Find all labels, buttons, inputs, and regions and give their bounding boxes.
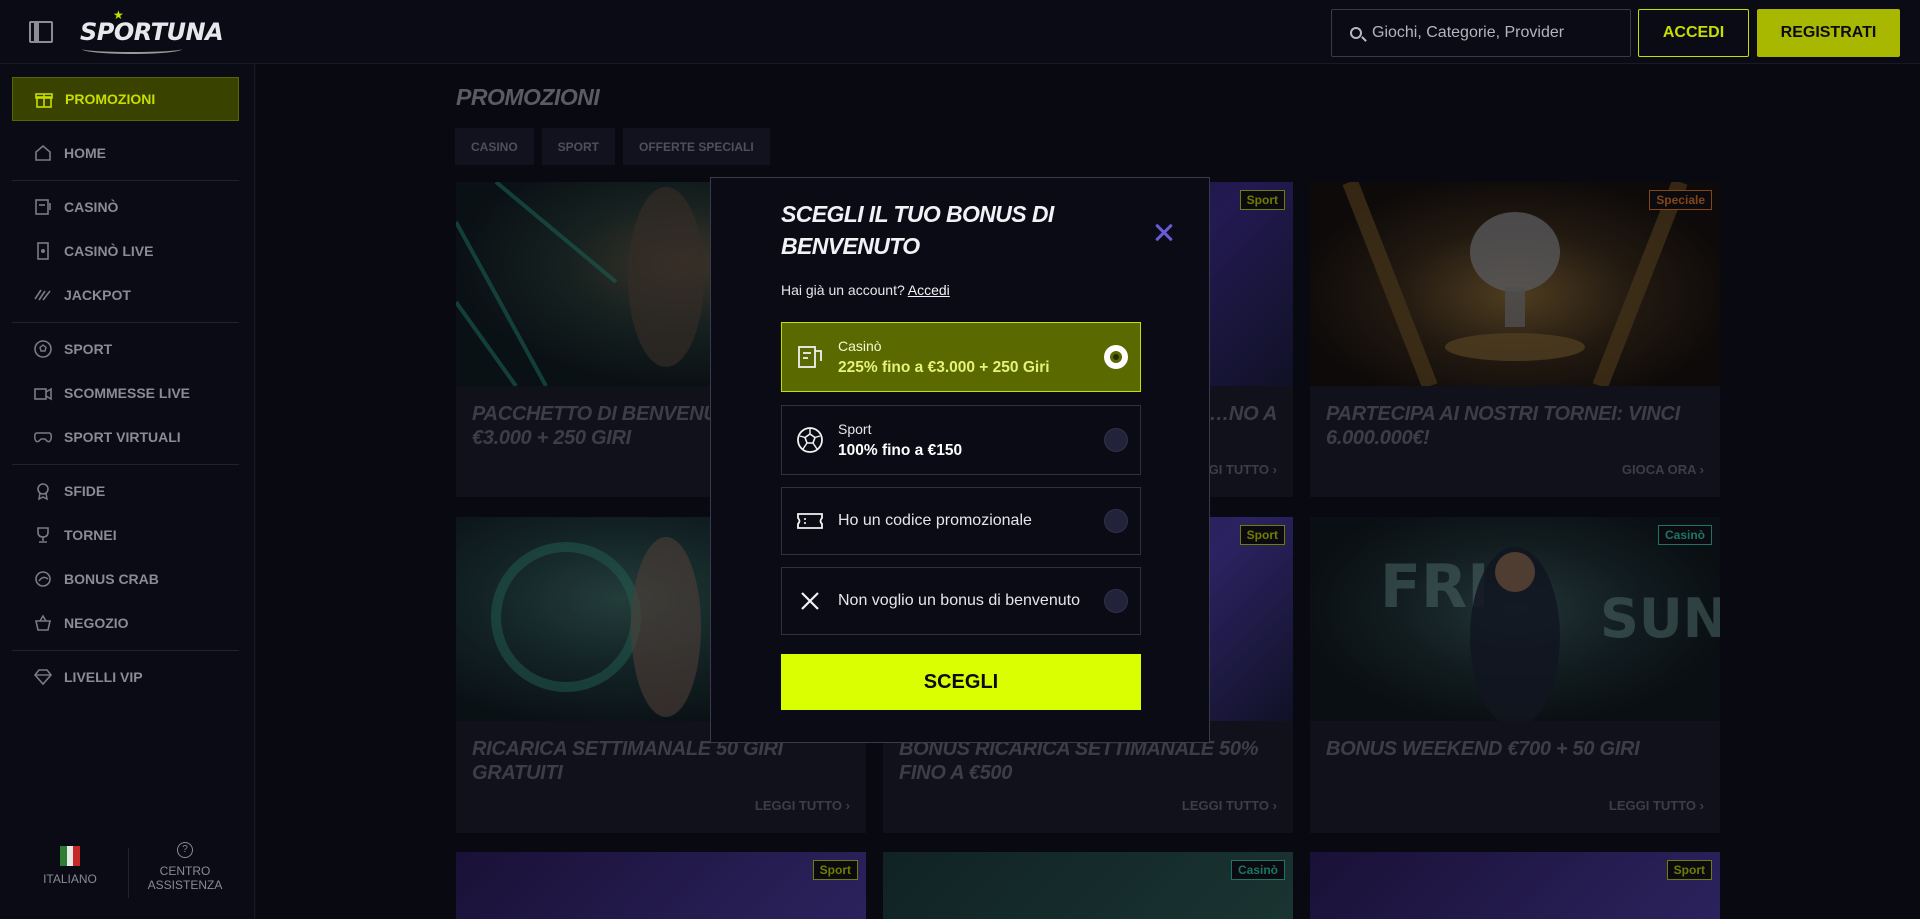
radio-unselected[interactable]	[1104, 428, 1128, 452]
login-link[interactable]: Accedi	[908, 282, 950, 298]
italy-flag-icon	[60, 846, 81, 866]
jackpot-icon	[32, 284, 54, 306]
sidebar-item-sport[interactable]: SPORT	[12, 327, 239, 371]
register-button[interactable]: REGISTRATI	[1757, 9, 1900, 57]
option-offer: 225% fino a €3.000 + 250 Giri	[838, 358, 1050, 376]
sidebar-item-label: PROMOZIONI	[65, 91, 156, 107]
sidebar-item-scommesse-live[interactable]: SCOMMESSE LIVE	[12, 371, 239, 415]
trophy-icon	[32, 524, 54, 546]
divider	[12, 180, 239, 181]
soccer-ball-icon	[796, 426, 824, 454]
diamond-icon	[32, 666, 54, 688]
sidebar-item-livelli-vip[interactable]: LIVELLI VIP	[12, 655, 239, 699]
welcome-bonus-modal: SCEGLI IL TUO BONUS DI BENVENUTO Hai già…	[710, 177, 1210, 743]
sidebar-item-sport-virtuali[interactable]: SPORT VIRTUALI	[12, 415, 239, 459]
option-label: Ho un codice promozionale	[838, 512, 1032, 529]
sidebar-item-label: NEGOZIO	[64, 615, 129, 631]
divider	[12, 322, 239, 323]
bonus-option-sport[interactable]: Sport 100% fino a €150	[781, 405, 1141, 475]
sidebar-toggle-icon[interactable]	[29, 21, 53, 43]
option-label: Non voglio un bonus di benvenuto	[838, 592, 1080, 609]
sidebar-item-label: SCOMMESSE LIVE	[64, 385, 191, 401]
close-icon	[796, 587, 824, 615]
sidebar-item-label: SFIDE	[64, 483, 106, 499]
login-button[interactable]: ACCEDI	[1638, 9, 1749, 57]
option-category: Casinò	[838, 337, 882, 354]
radio-unselected[interactable]	[1104, 509, 1128, 533]
live-camera-icon	[32, 382, 54, 404]
top-header: SPORTUNA ★ ACCEDI REGISTRATI	[0, 0, 1920, 64]
bonus-option-none[interactable]: Non voglio un bonus di benvenuto	[781, 567, 1141, 635]
login-prompt: Hai già un account? Accedi	[781, 282, 950, 298]
divider	[128, 848, 129, 898]
sidebar: PROMOZIONI HOME CASINÒ CASINÒ LIVE JACKP…	[0, 64, 255, 919]
sidebar-item-jackpot[interactable]: JACKPOT	[12, 273, 239, 317]
casino-icon	[32, 196, 54, 218]
search-box[interactable]	[1331, 9, 1631, 57]
sidebar-item-label: BONUS CRAB	[64, 571, 159, 587]
sidebar-item-promozioni[interactable]: PROMOZIONI	[12, 77, 239, 121]
logo[interactable]: SPORTUNA	[80, 18, 224, 46]
bonus-option-promo-code[interactable]: Ho un codice promozionale	[781, 487, 1141, 555]
home-icon	[32, 142, 54, 164]
crab-icon	[32, 568, 54, 590]
soccer-ball-icon	[32, 338, 54, 360]
language-label: ITALIANO	[43, 872, 97, 886]
live-casino-icon	[32, 240, 54, 262]
divider	[12, 650, 239, 651]
sidebar-item-home[interactable]: HOME	[12, 131, 239, 175]
help-label: CENTRO	[159, 864, 211, 878]
option-offer: 100% fino a €150	[838, 441, 963, 459]
sidebar-item-casino-live[interactable]: CASINÒ LIVE	[12, 229, 239, 273]
gift-icon	[33, 88, 55, 110]
casino-icon	[796, 343, 824, 371]
sidebar-item-negozio[interactable]: NEGOZIO	[12, 601, 239, 645]
option-category: Sport	[838, 420, 872, 437]
basket-icon	[32, 612, 54, 634]
close-icon[interactable]	[1151, 220, 1177, 246]
sidebar-item-label: SPORT	[64, 341, 113, 357]
language-selector[interactable]: ITALIANO	[30, 846, 110, 886]
search-icon	[1350, 27, 1362, 39]
sidebar-item-bonus-crab[interactable]: BONUS CRAB	[12, 557, 239, 601]
modal-title: SCEGLI IL TUO BONUS DI BENVENUTO	[781, 201, 1054, 259]
logo-swoosh	[82, 44, 182, 54]
help-label: ASSISTENZA	[147, 878, 223, 892]
sidebar-item-sfide[interactable]: SFIDE	[12, 469, 239, 513]
radio-unselected[interactable]	[1104, 589, 1128, 613]
choose-button[interactable]: SCEGLI	[781, 654, 1141, 710]
logo-star-icon: ★	[113, 8, 124, 22]
sidebar-item-label: JACKPOT	[64, 287, 131, 303]
sidebar-item-label: TORNEI	[64, 527, 117, 543]
sidebar-item-label: SPORT VIRTUALI	[64, 429, 181, 445]
search-input[interactable]	[1372, 10, 1622, 56]
login-prompt-text: Hai già un account?	[781, 282, 905, 298]
divider	[12, 464, 239, 465]
sidebar-item-label: CASINÒ LIVE	[64, 243, 154, 259]
sidebar-item-label: HOME	[64, 145, 106, 161]
sidebar-item-casino[interactable]: CASINÒ	[12, 185, 239, 229]
radio-selected[interactable]	[1104, 345, 1128, 369]
sidebar-item-label: CASINÒ	[64, 199, 119, 215]
sidebar-item-tornei[interactable]: TORNEI	[12, 513, 239, 557]
help-center-link[interactable]: ? CENTRO ASSISTENZA	[140, 842, 230, 892]
help-icon: ?	[177, 842, 193, 858]
gamepad-icon	[32, 426, 54, 448]
sidebar-item-label: LIVELLI VIP	[64, 669, 143, 685]
ticket-icon	[796, 507, 824, 535]
bonus-option-casino[interactable]: Casinò 225% fino a €3.000 + 250 Giri	[781, 322, 1141, 392]
medal-icon	[32, 480, 54, 502]
